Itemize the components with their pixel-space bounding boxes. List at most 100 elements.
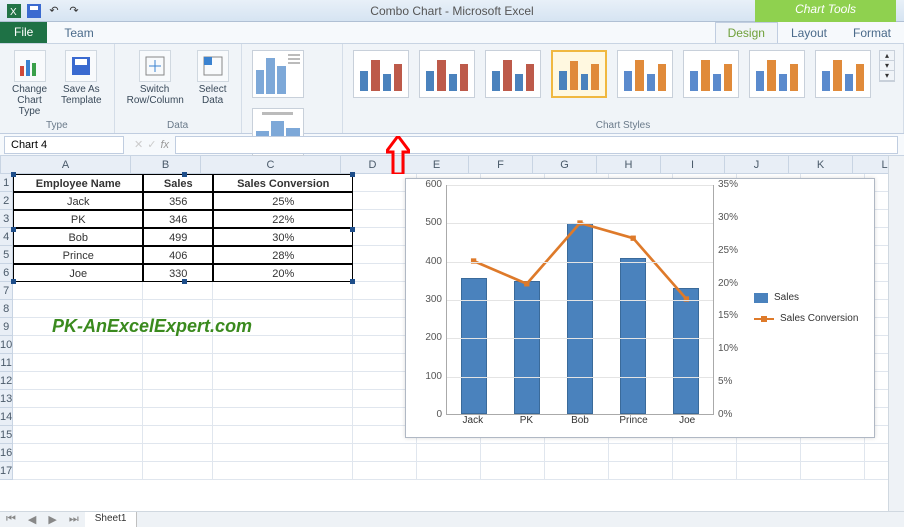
row-header[interactable]: 2 [0,192,13,210]
row-header[interactable]: 5 [0,246,13,264]
column-header[interactable]: I [661,156,725,173]
save-as-template-button[interactable]: Save As Template [57,48,106,108]
switch-row-column-button[interactable]: Switch Row/Column [123,48,187,108]
selection-handle[interactable] [11,172,16,177]
sheet-nav-next-icon[interactable]: ▶ [42,512,62,527]
row-header[interactable]: 8 [0,300,13,318]
row-header[interactable]: 10 [0,336,13,354]
row-header[interactable]: 16 [0,444,13,462]
cell[interactable] [213,390,353,408]
cell[interactable] [143,462,213,480]
selection-handle[interactable] [182,172,187,177]
cell[interactable]: 22% [213,210,353,228]
cell[interactable] [143,426,213,444]
row-header[interactable]: 12 [0,372,13,390]
sheet-tab[interactable]: Sheet1 [85,512,138,527]
selection-handle[interactable] [350,172,355,177]
cell[interactable] [213,462,353,480]
cell[interactable]: 406 [143,246,213,264]
chart-style-option-8[interactable] [815,50,871,98]
cell[interactable]: Bob [13,228,143,246]
embedded-chart[interactable]: 6005004003002001000 JackPKBobPrinceJoe 3… [405,178,875,438]
row-header[interactable]: 11 [0,354,13,372]
worksheet-grid[interactable]: ABCDEFGHIJKL 1234567891011121314151617 E… [0,156,904,511]
selection-handle[interactable] [350,227,355,232]
cell[interactable]: 30% [213,228,353,246]
name-box[interactable] [4,136,124,154]
cell[interactable]: Joe [13,264,143,282]
cell[interactable] [13,336,143,354]
cell[interactable]: 330 [143,264,213,282]
cell[interactable] [13,426,143,444]
cell[interactable] [13,390,143,408]
selection-handle[interactable] [11,279,16,284]
cell[interactable]: PK [13,210,143,228]
sheet-nav-first-icon[interactable]: ⏮ [0,512,22,527]
column-header[interactable]: C [201,156,341,173]
cell[interactable] [213,336,353,354]
cell[interactable] [417,462,481,480]
cell[interactable] [213,354,353,372]
column-header[interactable]: G [533,156,597,173]
undo-icon[interactable]: ↶ [46,3,62,19]
column-header[interactable]: K [789,156,853,173]
chart-layout-option-1[interactable] [252,50,304,98]
row-header[interactable]: 14 [0,408,13,426]
vertical-scrollbar[interactable] [888,156,904,511]
cell[interactable] [673,462,737,480]
cell[interactable] [143,408,213,426]
cell[interactable]: Sales [143,174,213,192]
cell[interactable] [143,372,213,390]
cell[interactable]: Jack [13,192,143,210]
chart-style-option-5[interactable] [617,50,673,98]
column-header[interactable]: F [469,156,533,173]
column-header[interactable]: A [1,156,131,173]
row-header[interactable]: 3 [0,210,13,228]
column-header[interactable]: J [725,156,789,173]
chart-style-option-4[interactable] [551,50,607,98]
selection-handle[interactable] [11,227,16,232]
cell[interactable] [213,372,353,390]
cell[interactable] [545,462,609,480]
context-tab-format[interactable]: Format [840,22,904,43]
select-data-button[interactable]: Select Data [193,48,233,108]
column-header[interactable]: D [341,156,405,173]
column-header[interactable]: H [597,156,661,173]
cell[interactable] [143,354,213,372]
cell[interactable]: 28% [213,246,353,264]
row-header[interactable]: 17 [0,462,13,480]
row-header[interactable]: 15 [0,426,13,444]
cell[interactable] [13,462,143,480]
selection-handle[interactable] [182,279,187,284]
chart-style-option-2[interactable] [419,50,475,98]
row-header[interactable]: 13 [0,390,13,408]
cell[interactable] [213,426,353,444]
cell[interactable]: Employee Name [13,174,143,192]
cell[interactable] [13,444,143,462]
cell[interactable]: Sales Conversion [213,174,353,192]
change-chart-type-button[interactable]: Change Chart Type [8,48,51,119]
cell[interactable] [801,462,865,480]
cell[interactable] [143,282,213,300]
chart-style-option-3[interactable] [485,50,541,98]
chart-styles-scroll[interactable]: ▴▾▾ [879,50,895,82]
cell[interactable] [737,444,801,462]
column-header[interactable]: E [405,156,469,173]
cell[interactable]: 25% [213,192,353,210]
chart-style-option-6[interactable] [683,50,739,98]
cell[interactable] [213,408,353,426]
redo-icon[interactable]: ↷ [66,3,82,19]
selection-handle[interactable] [350,279,355,284]
cancel-icon[interactable]: ✕ [134,138,143,151]
formula-bar[interactable] [175,136,898,154]
fx-icon[interactable]: fx [160,139,169,151]
cell[interactable] [13,282,143,300]
cell[interactable] [13,408,143,426]
cell[interactable] [213,282,353,300]
cell[interactable] [737,462,801,480]
chart-style-option-1[interactable] [353,50,409,98]
tab-team[interactable]: Team [51,22,144,43]
cell[interactable] [13,372,143,390]
cell[interactable]: 20% [213,264,353,282]
cell[interactable] [213,444,353,462]
